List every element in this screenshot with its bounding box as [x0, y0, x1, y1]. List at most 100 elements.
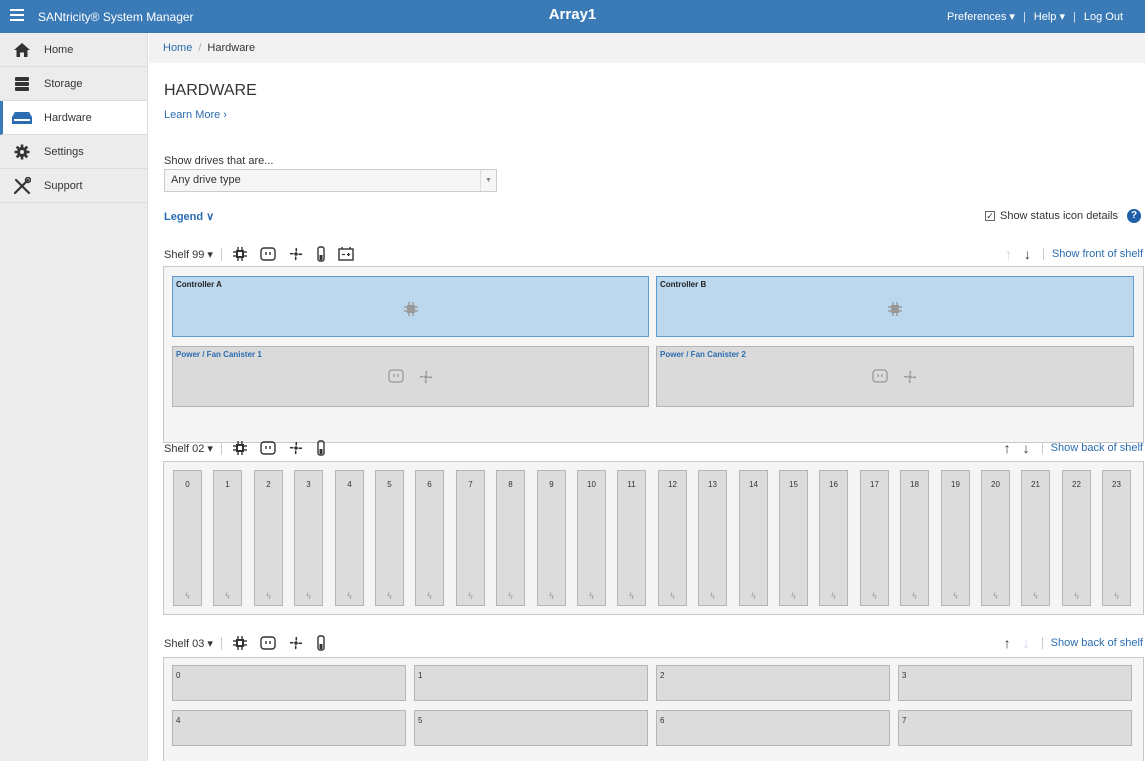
shelf-99-controls: ↑ ↓ Show front of shelf — [1005, 246, 1143, 262]
drive-bay[interactable]: 15 ϟ — [779, 470, 808, 606]
drive-bay[interactable]: 7ϟ — [456, 470, 485, 606]
controller-icon[interactable] — [232, 246, 248, 262]
shelf-03-menu[interactable]: Shelf 03 ▾ — [164, 636, 222, 650]
drive-bay[interactable]: 2 — [656, 665, 890, 701]
status-details-checkbox[interactable]: ✓ — [984, 211, 995, 221]
drive-bay[interactable]: 19 ϟ — [941, 470, 970, 606]
show-front-of-shelf-link[interactable]: Show front of shelf — [1042, 248, 1143, 260]
drive-bay[interactable]: 11 ϟ — [617, 470, 646, 606]
move-shelf-up-button[interactable]: ↑ — [1005, 246, 1012, 262]
drive-bay[interactable]: 5ϟ — [375, 470, 404, 606]
drive-bay[interactable]: 7 — [898, 710, 1132, 746]
sidebar-item-label: Home — [44, 43, 74, 56]
breadcrumb-home-link[interactable]: Home — [163, 42, 192, 54]
menu-icon[interactable] — [10, 9, 24, 23]
drive-bay[interactable]: 14 ϟ — [739, 470, 768, 606]
power-fan-canister-1[interactable]: Power / Fan Canister 1 — [172, 346, 649, 407]
drive-status-icon: ϟ — [751, 591, 756, 601]
preferences-menu[interactable]: Preferences ▾ — [947, 10, 1015, 23]
drive-bay[interactable]: 17 ϟ — [860, 470, 889, 606]
shelf-03-controls: ↑ ↓ Show back of shelf — [1004, 635, 1143, 651]
help-icon[interactable]: ? — [1127, 209, 1141, 223]
status-icon-details: ✓ Show status icon details ? — [984, 209, 1141, 223]
controller-icon[interactable] — [232, 440, 248, 456]
drive-bay-number: 0 — [185, 480, 190, 489]
drive-bay[interactable]: 2ϟ — [254, 470, 283, 606]
drive-status-icon: ϟ — [1074, 591, 1079, 601]
drive-bay[interactable]: 5 — [414, 710, 648, 746]
drive-bay[interactable]: 3ϟ — [294, 470, 323, 606]
drive-bay-number: 9 — [549, 480, 554, 489]
drive-bay[interactable]: 4ϟ — [335, 470, 364, 606]
drive-status-icon: ϟ — [629, 591, 634, 601]
battery-icon[interactable] — [338, 246, 354, 262]
top-links: Preferences ▾ | Help ▾ | Log Out — [947, 10, 1123, 24]
controller-icon[interactable] — [232, 635, 248, 651]
drive-bay[interactable]: 9ϟ — [537, 470, 566, 606]
controller-b[interactable]: Controller B — [656, 276, 1134, 337]
drive-bay[interactable]: 16 ϟ — [819, 470, 848, 606]
drive-bay[interactable]: 0ϟ — [173, 470, 202, 606]
drive-type-value: Any drive type — [171, 174, 241, 186]
sidebar-item-hardware[interactable]: Hardware — [0, 101, 147, 135]
breadcrumb-current: Hardware — [207, 42, 256, 54]
drive-bay[interactable]: 3 — [898, 665, 1132, 701]
fan-icon[interactable] — [288, 246, 304, 262]
move-shelf-up-button[interactable]: ↑ — [1004, 635, 1011, 651]
shelf-02-menu[interactable]: Shelf 02 ▾ — [164, 441, 222, 455]
move-shelf-up-button[interactable]: ↑ — [1004, 440, 1011, 456]
drive-bay[interactable]: 12 ϟ — [658, 470, 687, 606]
sidebar-item-support[interactable]: Support — [0, 169, 147, 203]
sidebar-item-storage[interactable]: Storage — [0, 67, 147, 101]
show-back-of-shelf-link[interactable]: Show back of shelf — [1041, 637, 1143, 649]
shelf-99-menu[interactable]: Shelf 99 ▾ — [164, 247, 222, 261]
temperature-icon[interactable] — [316, 440, 326, 456]
tools-icon — [10, 176, 34, 195]
drive-bay-number: 7 — [468, 480, 473, 489]
drive-bay[interactable]: 1ϟ — [213, 470, 242, 606]
drive-type-select[interactable]: Any drive type ▼ — [164, 169, 497, 192]
power-icon[interactable] — [260, 247, 276, 261]
drive-bay-number: 2 — [266, 480, 271, 489]
show-back-of-shelf-link[interactable]: Show back of shelf — [1041, 442, 1143, 454]
move-shelf-down-button[interactable]: ↓ — [1023, 440, 1030, 456]
drive-status-icon: ϟ — [1114, 591, 1119, 601]
drive-bay[interactable]: 6ϟ — [415, 470, 444, 606]
drive-bay[interactable]: 1 — [414, 665, 648, 701]
power-fan-canister-2[interactable]: Power / Fan Canister 2 — [656, 346, 1134, 407]
drive-bay[interactable]: 10 ϟ — [577, 470, 606, 606]
move-shelf-down-button[interactable]: ↓ — [1024, 246, 1031, 262]
drive-bay[interactable]: 22 ϟ — [1062, 470, 1091, 606]
drive-status-icon: ϟ — [225, 591, 230, 601]
drive-bay[interactable]: 20 ϟ — [981, 470, 1010, 606]
temperature-icon[interactable] — [316, 246, 326, 262]
drive-bay[interactable]: 0 — [172, 665, 406, 701]
fan-icon[interactable] — [288, 635, 304, 651]
drive-bay[interactable]: 21 ϟ — [1021, 470, 1050, 606]
logout-link[interactable]: Log Out — [1084, 11, 1123, 23]
drive-bay[interactable]: 23 ϟ — [1102, 470, 1131, 606]
drive-bay[interactable]: 18 ϟ — [900, 470, 929, 606]
home-icon — [10, 41, 34, 59]
controller-a[interactable]: Controller A — [172, 276, 649, 337]
sidebar-item-home[interactable]: Home — [0, 33, 147, 67]
controller-icon — [887, 301, 903, 320]
sidebar-item-settings[interactable]: Settings — [0, 135, 147, 169]
power-icon — [872, 369, 888, 388]
help-menu[interactable]: Help ▾ — [1034, 10, 1065, 23]
power-icon[interactable] — [260, 441, 276, 455]
drive-bay[interactable]: 4 — [172, 710, 406, 746]
drive-bay[interactable]: 13 ϟ — [698, 470, 727, 606]
legend-toggle[interactable]: Legend ∨ — [164, 210, 214, 223]
drive-bay-number: 3 — [306, 480, 311, 489]
temperature-icon[interactable] — [316, 635, 326, 651]
shelf-03-header: Shelf 03 ▾ ↑ ↓ Show back of shelf — [164, 632, 1143, 654]
sidebar-item-label: Hardware — [44, 111, 92, 124]
move-shelf-down-button[interactable]: ↓ — [1023, 635, 1030, 651]
drive-bay[interactable]: 6 — [656, 710, 890, 746]
learn-more-link[interactable]: Learn More › — [164, 109, 227, 121]
power-icon[interactable] — [260, 636, 276, 650]
drive-bay[interactable]: 8ϟ — [496, 470, 525, 606]
fan-icon[interactable] — [288, 440, 304, 456]
sidebar-item-label: Support — [44, 179, 83, 192]
